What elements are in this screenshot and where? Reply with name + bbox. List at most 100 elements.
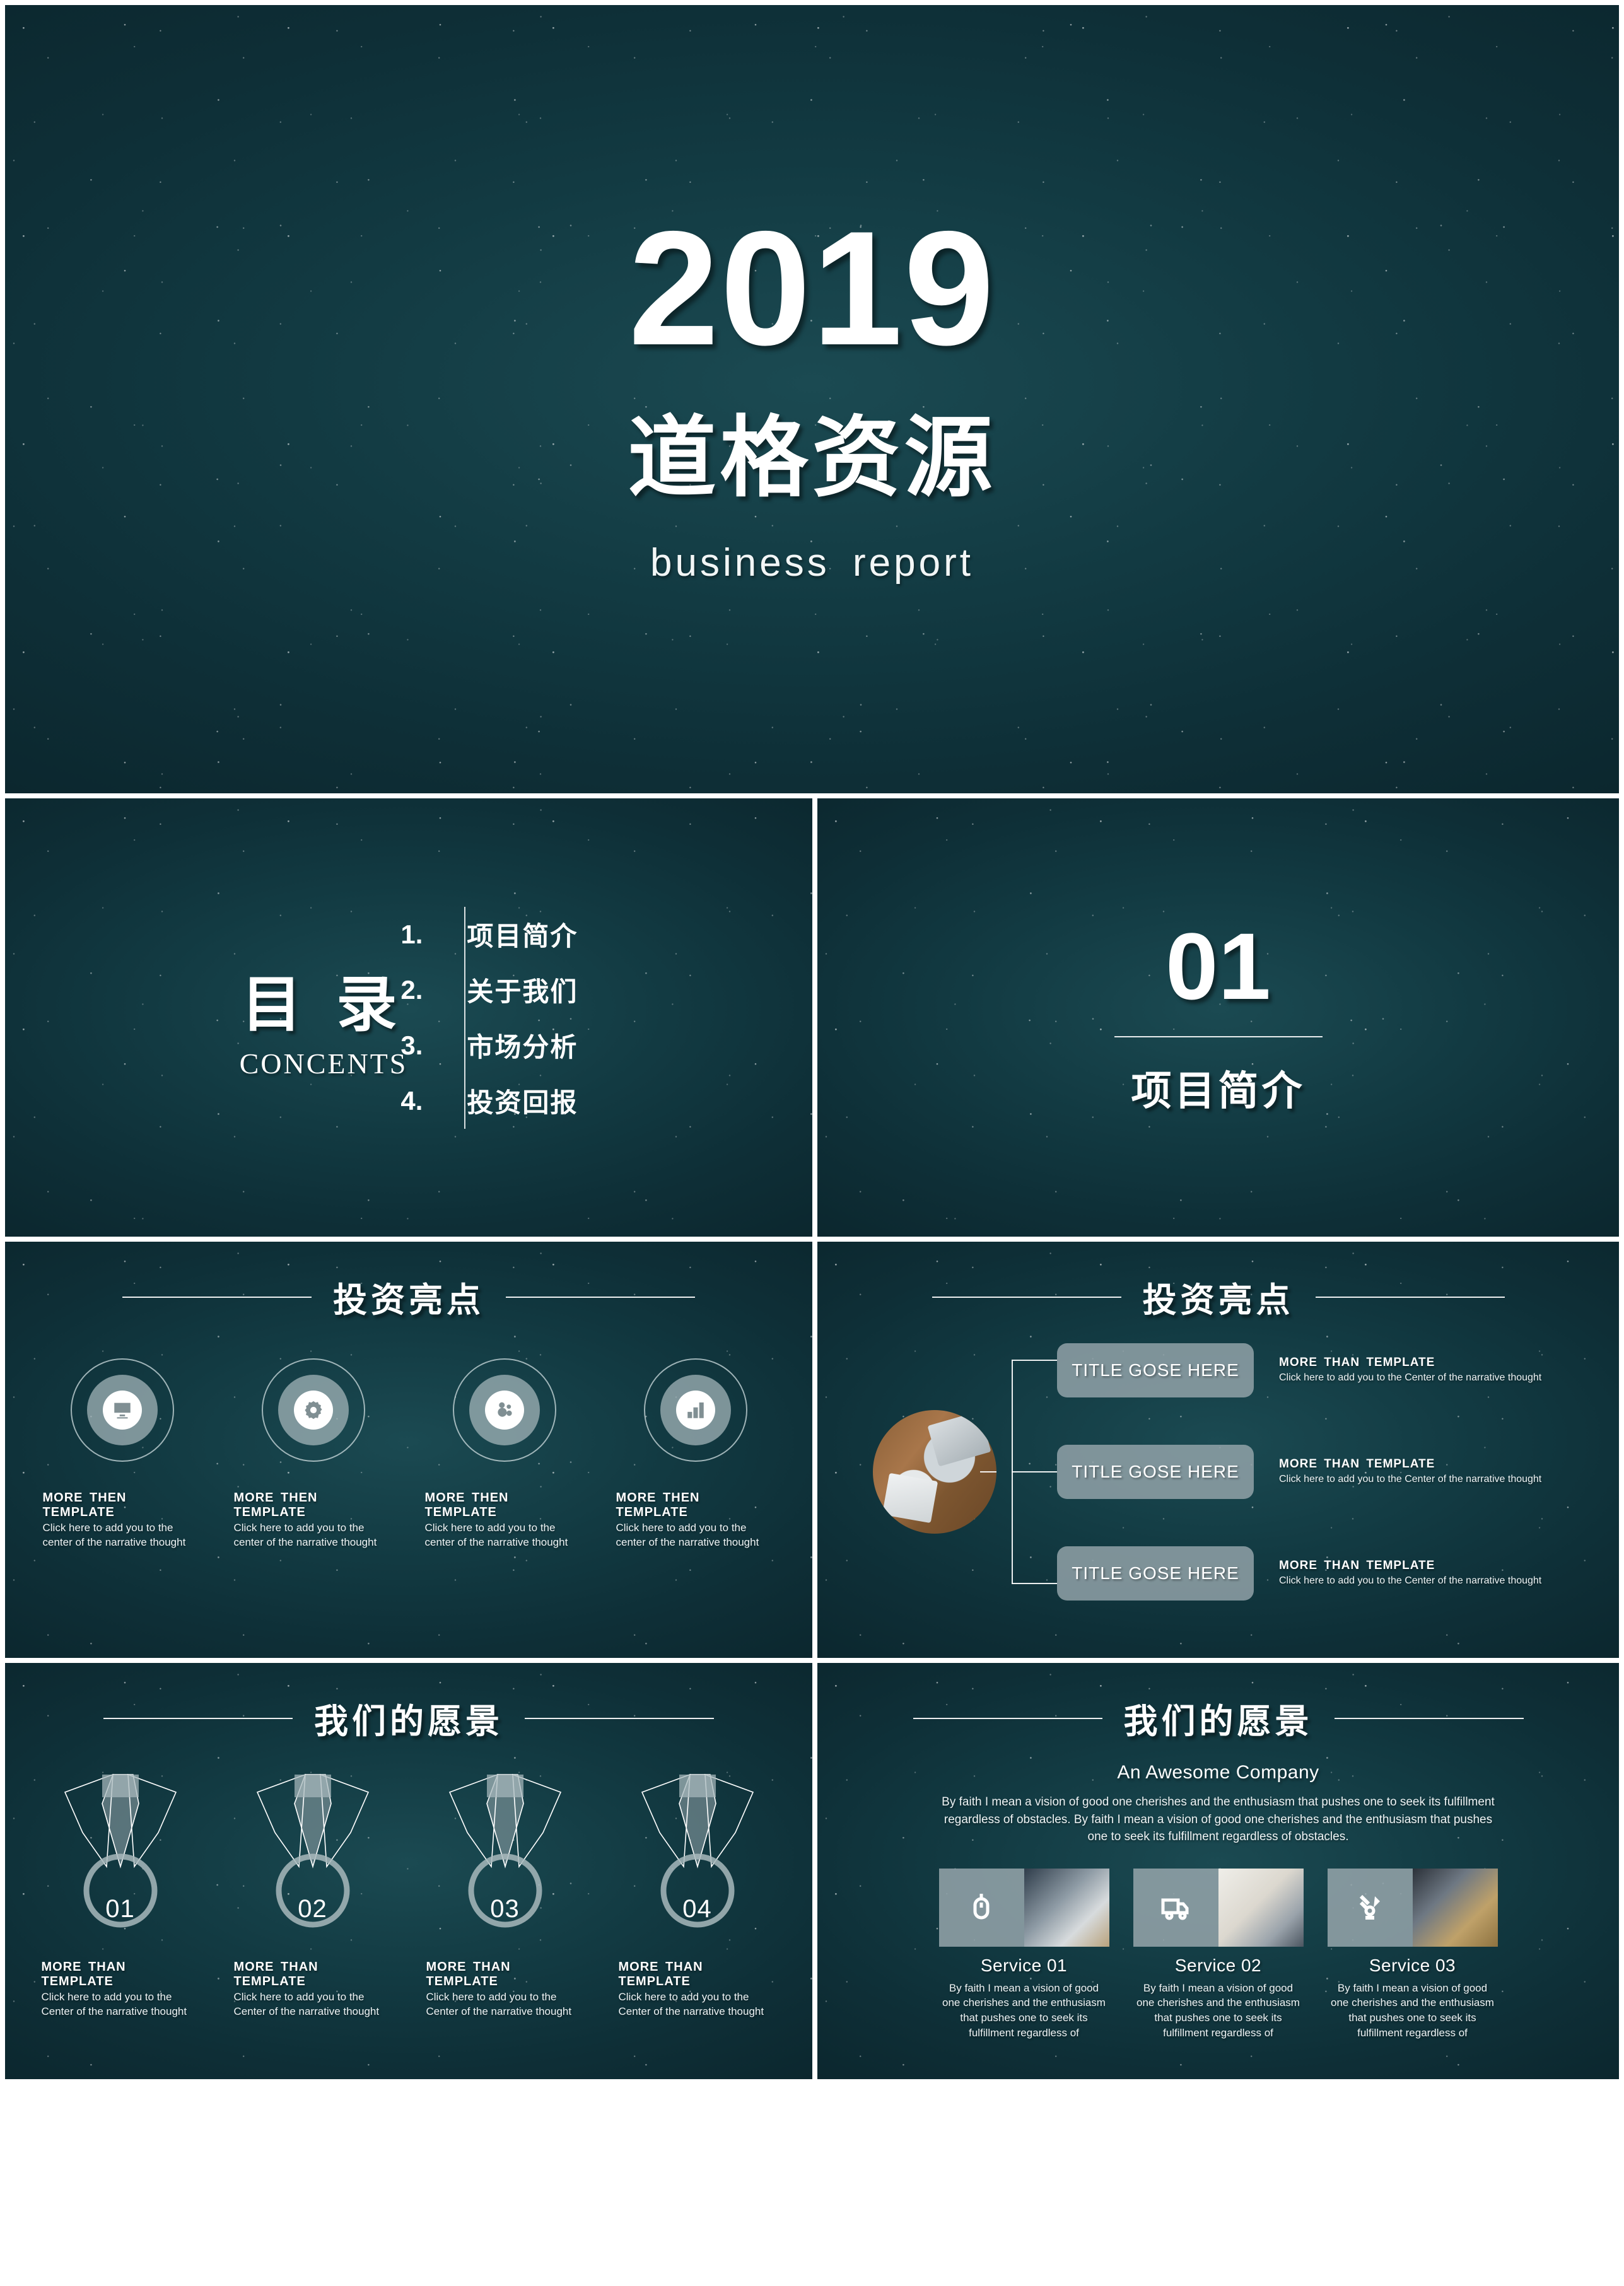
icons-header-text: 投资亮点 — [333, 1281, 484, 1319]
toc-heading-cn: 目 录 — [241, 971, 406, 1039]
service-name: Service 02 — [1174, 1955, 1262, 1975]
slide-investment-icons[interactable]: 投资亮点 MORE THEN TEMPLATE Click here to ad… — [5, 1242, 812, 1658]
medal-icon: 02 — [250, 1772, 376, 1931]
caption-head: MORE THAN TEMPLATE — [41, 1960, 126, 1988]
caption-body: Click here to add you to the Center of t… — [1279, 1372, 1542, 1384]
toc-item-number: 3. — [400, 1030, 423, 1060]
toc-item-4[interactable]: 4. 投资回报 — [400, 1073, 578, 1129]
title-bar-button[interactable]: TITLE GOSE HERE — [1057, 1445, 1254, 1499]
bar-row-2[interactable]: TITLE GOSE HERE MORE THAN TEMPLATE Click… — [1057, 1445, 1541, 1499]
icon-card-1[interactable]: MORE THEN TEMPLATE Click here to add you… — [43, 1358, 202, 1550]
connector-branch-2 — [1012, 1471, 1057, 1472]
slide-toc[interactable]: 目 录 CONCENTS 1. 项目简介 2. 关于我们 3. 市场分析 4. … — [5, 798, 812, 1237]
truck-icon — [1133, 1868, 1218, 1947]
toc-item-label: 关于我们 — [467, 977, 578, 1006]
header-rule-right — [1334, 1717, 1524, 1719]
medal-card-4[interactable]: 04 MORE THAN TEMPLATE Click here to add … — [619, 1772, 776, 2019]
caption-head: MORE THAN TEMPLATE — [1279, 1457, 1435, 1471]
title-subtitle: business report — [650, 541, 974, 585]
deck-row-3: 投资亮点 MORE THEN TEMPLATE Click here to ad… — [5, 1242, 1619, 1658]
title-bar-button[interactable]: TITLE GOSE HERE — [1057, 1546, 1254, 1601]
caption-head: MORE THEN TEMPLATE — [233, 1491, 318, 1519]
icon-ring — [452, 1358, 556, 1462]
icon-caption: MORE THEN TEMPLATE Click here to add you… — [43, 1491, 202, 1550]
caption-body: Click here to add you to the Center of t… — [41, 1991, 187, 2017]
deck-row-4: 我们的愿景 01 MORE THAN TEMPLATE Click here t… — [5, 1663, 1619, 2079]
icon-card-2[interactable]: MORE THEN TEMPLATE Click here to add you… — [234, 1358, 393, 1550]
icon-card-4[interactable]: MORE THEN TEMPLATE Click here to add you… — [616, 1358, 775, 1550]
caption-head: MORE THAN TEMPLATE — [1279, 1356, 1435, 1370]
service-photo — [1218, 1868, 1304, 1947]
icon-ring — [261, 1358, 365, 1462]
deck-row-2: 目 录 CONCENTS 1. 项目简介 2. 关于我们 3. 市场分析 4. … — [5, 798, 1619, 1237]
header-rule-right — [1315, 1296, 1505, 1298]
toc-item-label: 市场分析 — [467, 1032, 578, 1062]
icon-card-3[interactable]: MORE THEN TEMPLATE Click here to add you… — [425, 1358, 584, 1550]
service-card-3[interactable]: Service 03 By faith I mean a vision of g… — [1327, 1868, 1498, 2041]
medal-caption: MORE THAN TEMPLATE Click here to add you… — [234, 1960, 392, 2019]
section-label: 项目简介 — [1131, 1068, 1306, 1114]
medal-caption: MORE THAN TEMPLATE Click here to add you… — [619, 1960, 776, 2019]
connector-branch-3 — [1012, 1583, 1057, 1584]
service-name: Service 03 — [1369, 1955, 1456, 1975]
icon-caption: MORE THEN TEMPLATE Click here to add you… — [234, 1491, 393, 1550]
caption-head: MORE THAN TEMPLATE — [426, 1960, 511, 1988]
medal-number: 04 — [682, 1895, 712, 1923]
medal-number: 02 — [298, 1895, 327, 1923]
caption-head: MORE THEN TEMPLATE — [616, 1491, 700, 1519]
caption-body: Click here to add you to the Center of t… — [618, 1991, 764, 2017]
slide-vision-services[interactable]: 我们的愿景 An Awesome Company By faith I mean… — [817, 1663, 1619, 2079]
service-card-media — [938, 1868, 1109, 1947]
section-number: 01 — [1165, 913, 1271, 1019]
service-photo — [1024, 1868, 1109, 1947]
header-rule-left — [103, 1717, 293, 1719]
header-rule-left — [913, 1717, 1102, 1719]
gear-icon — [293, 1391, 333, 1430]
bar-row-3[interactable]: TITLE GOSE HERE MORE THAN TEMPLATE Click… — [1057, 1546, 1541, 1601]
icon-disc — [660, 1375, 731, 1445]
medal-card-3[interactable]: 03 MORE THAN TEMPLATE Click here to add … — [426, 1772, 584, 2019]
toc-item-1[interactable]: 1. 项目简介 — [400, 907, 578, 962]
service-card-media — [1133, 1868, 1304, 1947]
medal-card-2[interactable]: 02 MORE THAN TEMPLATE Click here to add … — [234, 1772, 392, 2019]
service-photo — [1412, 1868, 1498, 1947]
slide-section-divider[interactable]: 01 项目简介 — [817, 798, 1619, 1237]
bars-header-text: 投资亮点 — [1142, 1281, 1294, 1319]
service-card-2[interactable]: Service 02 By faith I mean a vision of g… — [1133, 1868, 1304, 2041]
slide-title[interactable]: 2019 道格资源 business report — [5, 5, 1619, 793]
vision-header-text: 我们的愿景 — [1123, 1703, 1313, 1741]
toc-heading: 目 录 CONCENTS — [240, 955, 465, 1080]
bars-diagram: TITLE GOSE HERE MORE THAN TEMPLATE Click… — [817, 1322, 1619, 1601]
title-year: 2019 — [628, 196, 996, 379]
caption-body: Click here to add you to the center of t… — [616, 1522, 759, 1548]
caption-head: MORE THAN TEMPLATE — [1279, 1559, 1435, 1573]
header-rule-left — [932, 1296, 1121, 1298]
toc-item-2[interactable]: 2. 关于我们 — [400, 962, 578, 1018]
bar-chart-icon — [675, 1391, 715, 1430]
service-body: By faith I mean a vision of good one che… — [1136, 1981, 1300, 2039]
icon-disc — [469, 1375, 540, 1445]
toc-item-number: 1. — [400, 919, 423, 949]
title-bar-button[interactable]: TITLE GOSE HERE — [1057, 1343, 1254, 1397]
vision-subheading: An Awesome Company — [1117, 1762, 1319, 1783]
signal-icon — [1327, 1868, 1413, 1947]
bubbles-icon — [484, 1391, 524, 1430]
icon-caption: MORE THEN TEMPLATE Click here to add you… — [616, 1491, 775, 1550]
bar-caption: MORE THAN TEMPLATE Click here to add you… — [1279, 1457, 1541, 1486]
slide-investment-bars[interactable]: 投资亮点 TITLE GOSE HERE MORE THAN TEMPLATE … — [817, 1242, 1619, 1658]
medal-card-1[interactable]: 01 MORE THAN TEMPLATE Click here to add … — [42, 1772, 199, 2019]
caption-body: Click here to add you to the Center of t… — [1279, 1575, 1542, 1587]
service-body: By faith I mean a vision of good one che… — [942, 1981, 1106, 2039]
medal-icon: 03 — [442, 1772, 568, 1931]
slide-vision-medals[interactable]: 我们的愿景 01 MORE THAN TEMPLATE Click here t… — [5, 1663, 812, 2079]
toc-item-3[interactable]: 3. 市场分析 — [400, 1018, 578, 1073]
caption-head: MORE THEN TEMPLATE — [42, 1491, 127, 1519]
header-rule-left — [122, 1296, 312, 1298]
medals-slide-header: 我们的愿景 — [5, 1663, 812, 1743]
caption-body: Click here to add you to the center of t… — [42, 1522, 186, 1548]
medal-caption: MORE THAN TEMPLATE Click here to add you… — [42, 1960, 199, 2019]
toc-item-label: 项目简介 — [467, 921, 578, 951]
service-card-1[interactable]: Service 01 By faith I mean a vision of g… — [938, 1868, 1109, 2041]
icon-ring — [643, 1358, 747, 1462]
bar-row-1[interactable]: TITLE GOSE HERE MORE THAN TEMPLATE Click… — [1057, 1343, 1541, 1397]
